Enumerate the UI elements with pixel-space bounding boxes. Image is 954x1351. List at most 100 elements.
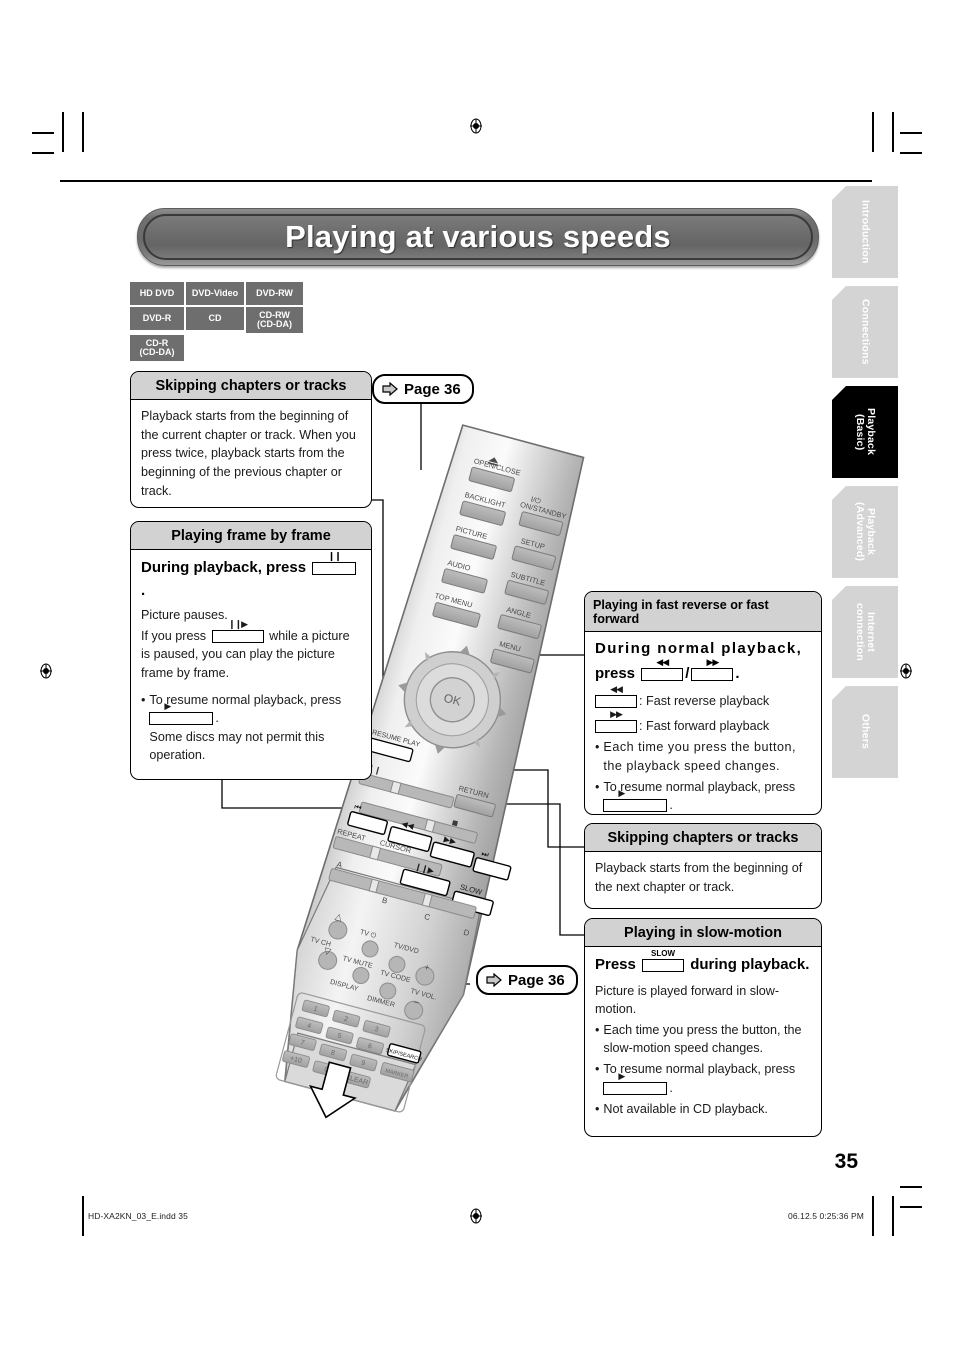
sidebar-tab-introduction[interactable]: Introduction: [832, 186, 898, 278]
tab-line-2: (Advanced): [854, 502, 866, 562]
callout-fast-body: During normal playback, press ◀◀ / ▶▶ . …: [585, 632, 821, 814]
registration-mark-top: [470, 118, 482, 134]
header-rule: [60, 180, 872, 182]
frame-by-frame-line2: If you press ❙❙▶ while a picture is paus…: [141, 619, 361, 683]
callout-skip-previous-heading: Skipping chapters or tracks: [131, 372, 371, 400]
footer-timestamp: 06.12.5 0:25:36 PM: [788, 1211, 864, 1221]
key-fast-reverse: ◀◀: [641, 657, 684, 681]
sidebar-tab-playback-advanced-label: Playback (Advanced): [854, 502, 878, 562]
crop-mark-tr-h: [900, 132, 922, 134]
slow-lead-before: Press: [595, 956, 636, 973]
crop-mark-tl-v2: [82, 112, 84, 152]
crop-mark-br-v: [872, 1196, 874, 1236]
key-play-fast-cap: [603, 799, 668, 813]
registration-mark-left: [40, 663, 52, 679]
arrow-right-icon: [486, 973, 502, 987]
disc-badge-cd: CD: [186, 307, 244, 330]
slow-lead-after: during playback.: [690, 956, 810, 973]
disc-row: HD DVD DVD-Video DVD-RW: [130, 282, 310, 305]
disc-badge-dvd-rw: DVD-RW: [246, 282, 303, 305]
key-pause: ❙❙: [312, 552, 357, 575]
bullet-dot: •: [595, 740, 600, 755]
tab-line-1: Playback: [865, 508, 878, 556]
footer-filename: HD-XA2KN_03_E.indd 35: [88, 1211, 188, 1221]
slow-line1: Picture is played forward in slow-motion…: [595, 983, 780, 1017]
key-slow-glyph: SLOW: [651, 949, 676, 958]
disc-badge-dvd-r: DVD-R: [130, 307, 184, 330]
page-ref-top-label: Page 36: [404, 380, 461, 398]
crop-mark-tl-h: [32, 132, 54, 134]
page-title: Playing at various speeds: [285, 219, 671, 254]
sidebar-tab-introduction-label: Introduction: [859, 200, 872, 264]
registration-mark-bottom: [470, 1208, 482, 1224]
slow-lead: Press SLOW during playback.: [595, 949, 811, 977]
crop-mark-tr-h2: [900, 152, 922, 154]
key-step: ❙❙▶: [211, 619, 264, 643]
key-fast-forward-legend-cap: [595, 719, 637, 733]
key-play-fast: ▶: [603, 789, 668, 813]
callout-skip-next-text: Playback starts from the beginning of th…: [595, 861, 803, 894]
bullet-dot: •: [595, 1062, 600, 1076]
crop-mark-bl-v: [82, 1196, 84, 1236]
page-ref-bottom[interactable]: Page 36: [476, 965, 578, 995]
tab-line-2: (Basic): [854, 413, 866, 451]
sidebar-tab-connections[interactable]: Connections: [832, 286, 898, 378]
tab-line-1: Playback: [865, 408, 878, 456]
fast-bullet2-before: To resume normal playback, press: [603, 779, 796, 794]
callout-skip-next-heading: Skipping chapters or tracks: [585, 824, 821, 852]
bullet-dot: •: [595, 1022, 600, 1037]
key-fast-reverse-legend: ◀◀: [595, 685, 637, 708]
key-fast-forward-legend: ▶▶: [595, 709, 637, 733]
fast-legend-reverse: ◀◀ : Fast reverse playback: [595, 685, 811, 711]
callout-frame-by-frame-body: During playback, press ❙❙ . Picture paus…: [131, 550, 371, 773]
disc-row: CD-R (CD-DA): [130, 335, 310, 361]
sidebar-tab-playback-advanced[interactable]: Playback (Advanced): [832, 486, 898, 578]
page-ref-top[interactable]: Page 36: [372, 374, 474, 404]
key-fast-reverse-glyph: ◀◀: [656, 656, 669, 667]
frame-by-frame-bullet-1: • To resume normal playback, press ▶ . S…: [141, 691, 361, 766]
key-fast-reverse-legend-glyph: ◀◀: [610, 684, 623, 694]
key-step-cap: [211, 629, 264, 643]
crop-mark-tr-v2: [892, 112, 894, 152]
fast-lead-line1: During normal playback,: [595, 640, 803, 657]
key-pause-cap: [312, 562, 357, 575]
fast-bullet2-after: .: [669, 798, 673, 813]
slow-bullet-3: • Not available in CD playback.: [595, 1100, 811, 1119]
key-play-cap: [149, 712, 214, 726]
key-play-slow-glyph: ▶: [618, 1070, 625, 1081]
fast-legend-forward-text: : Fast forward playback: [639, 718, 770, 733]
crop-mark-br-h2: [900, 1206, 922, 1208]
disc-badge-cd-r-sub: (CD-DA): [139, 347, 175, 357]
crop-mark-tl-v: [62, 112, 64, 152]
arrow-right-icon: [382, 382, 398, 396]
key-play: ▶: [149, 702, 214, 726]
frame-by-frame-lead-before: During playback, press: [141, 559, 307, 576]
key-slow-cap: [642, 959, 685, 972]
callout-skip-previous-text: Playback starts from the beginning of th…: [141, 409, 356, 498]
crop-mark-br-h: [900, 1186, 922, 1188]
callout-slow-motion: Playing in slow-motion Press SLOW during…: [584, 918, 822, 1137]
key-play-slow-cap: [603, 1081, 668, 1095]
callout-frame-by-frame-heading: Playing frame by frame: [131, 522, 371, 550]
crop-mark-tr-v: [872, 112, 874, 152]
disc-badge-hd-dvd: HD DVD: [130, 282, 184, 305]
callout-fast-reverse-forward: Playing in fast reverse or fast forward …: [584, 591, 822, 815]
disc-row: DVD-R CD CD-RW (CD-DA): [130, 307, 310, 333]
tab-line-1: Internet: [865, 611, 878, 653]
sidebar-tab-playback-basic-label: Playback (Basic): [854, 408, 878, 456]
disc-badge-dvd-video: DVD-Video: [186, 282, 244, 305]
sidebar-tab-others[interactable]: Others: [832, 686, 898, 778]
fast-lead-line2: press ◀◀ / ▶▶ .: [595, 657, 811, 686]
frame-by-frame-lead: During playback, press ❙❙ .: [141, 552, 361, 602]
slow-bullet2-after: .: [669, 1080, 673, 1095]
sidebar-tab-playback-basic[interactable]: Playback (Basic): [832, 386, 898, 478]
callout-skip-next-body: Playback starts from the beginning of th…: [585, 852, 821, 904]
callout-skip-previous: Skipping chapters or tracks Playback sta…: [130, 371, 372, 508]
sidebar-tab-internet-connection[interactable]: Internet connection: [832, 586, 898, 678]
crop-mark-tl-h2: [32, 152, 54, 154]
frame-by-frame-lead-after: .: [141, 581, 146, 599]
registration-mark-right: [900, 663, 912, 679]
callout-slow-motion-heading: Playing in slow-motion: [585, 919, 821, 947]
disc-type-grid: HD DVD DVD-Video DVD-RW DVD-R CD CD-RW (…: [130, 282, 310, 363]
key-fast-reverse-legend-cap: [595, 695, 637, 708]
